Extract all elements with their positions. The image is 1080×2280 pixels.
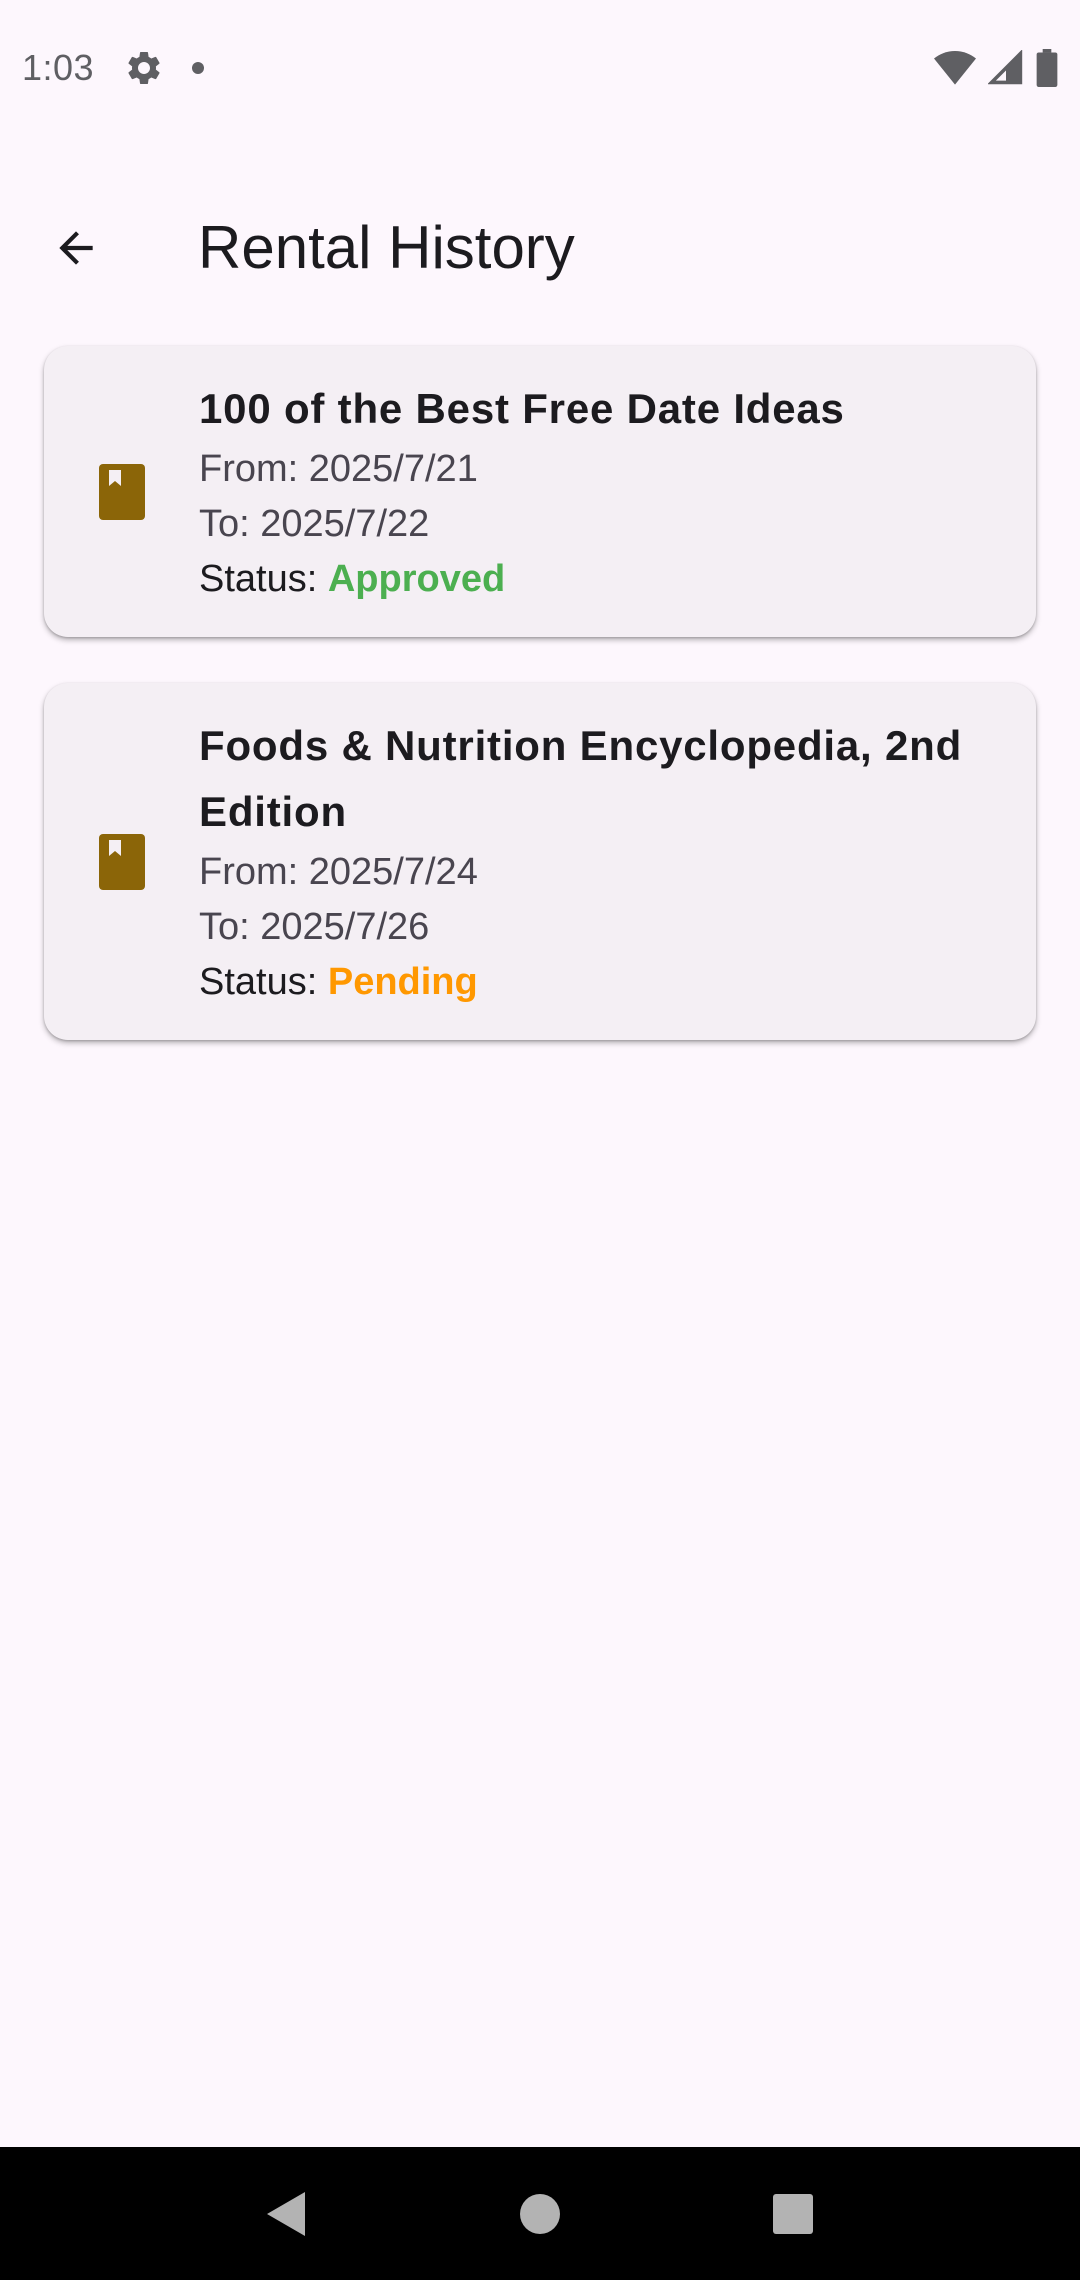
signal-icon: [988, 49, 1023, 84]
nav-back-button[interactable]: [247, 2174, 327, 2254]
status-label: Status:: [199, 558, 328, 600]
page-title: Rental History: [198, 214, 575, 281]
nav-recents-button[interactable]: [753, 2174, 833, 2254]
status-line: Status: Approved: [199, 552, 996, 607]
card-body: 100 of the Best Free Date Ideas From: 20…: [199, 376, 996, 607]
from-date: From: 2025/7/21: [199, 448, 478, 490]
card-body: Foods & Nutrition Encyclopedia, 2nd Edit…: [199, 713, 996, 1010]
to-date: To: 2025/7/22: [199, 503, 430, 545]
rental-card[interactable]: Foods & Nutrition Encyclopedia, 2nd Edit…: [44, 683, 1036, 1040]
status-icons: [934, 48, 1058, 87]
status-line: Status: Pending: [199, 955, 996, 1010]
battery-icon: [1036, 48, 1058, 87]
triangle-back-icon: [266, 2191, 305, 2236]
card-icon-container: [44, 833, 199, 890]
screen: 1:03 Rental History 100 of the Best Free…: [0, 0, 1080, 2280]
book-icon: [98, 463, 145, 520]
system-navigation-bar: [0, 2147, 1080, 2280]
status-label: Status:: [199, 961, 328, 1003]
book-title: 100 of the Best Free Date Ideas: [199, 385, 845, 432]
card-icon-container: [44, 463, 199, 520]
book-icon: [98, 833, 145, 890]
top-app-bar: Rental History: [0, 180, 1080, 315]
from-date: From: 2025/7/24: [199, 851, 478, 893]
back-button[interactable]: [28, 200, 124, 296]
rental-card[interactable]: 100 of the Best Free Date Ideas From: 20…: [44, 346, 1036, 637]
nav-home-button[interactable]: [500, 2174, 580, 2254]
notification-dot: [192, 61, 205, 74]
square-recents-icon: [773, 2193, 814, 2234]
wifi-icon: [934, 50, 976, 85]
arrow-back-icon: [59, 230, 93, 265]
book-title: Foods & Nutrition Encyclopedia, 2nd Edit…: [199, 722, 963, 835]
status-badge: Pending: [327, 961, 478, 1003]
rental-list: 100 of the Best Free Date Ideas From: 20…: [44, 346, 1036, 1086]
circle-home-icon: [519, 2193, 560, 2234]
status-badge: Approved: [327, 558, 506, 600]
status-time: 1:03: [22, 46, 95, 88]
status-bar: 1:03: [0, 0, 1080, 135]
gear-icon: [128, 51, 160, 84]
to-date: To: 2025/7/26: [199, 906, 430, 948]
